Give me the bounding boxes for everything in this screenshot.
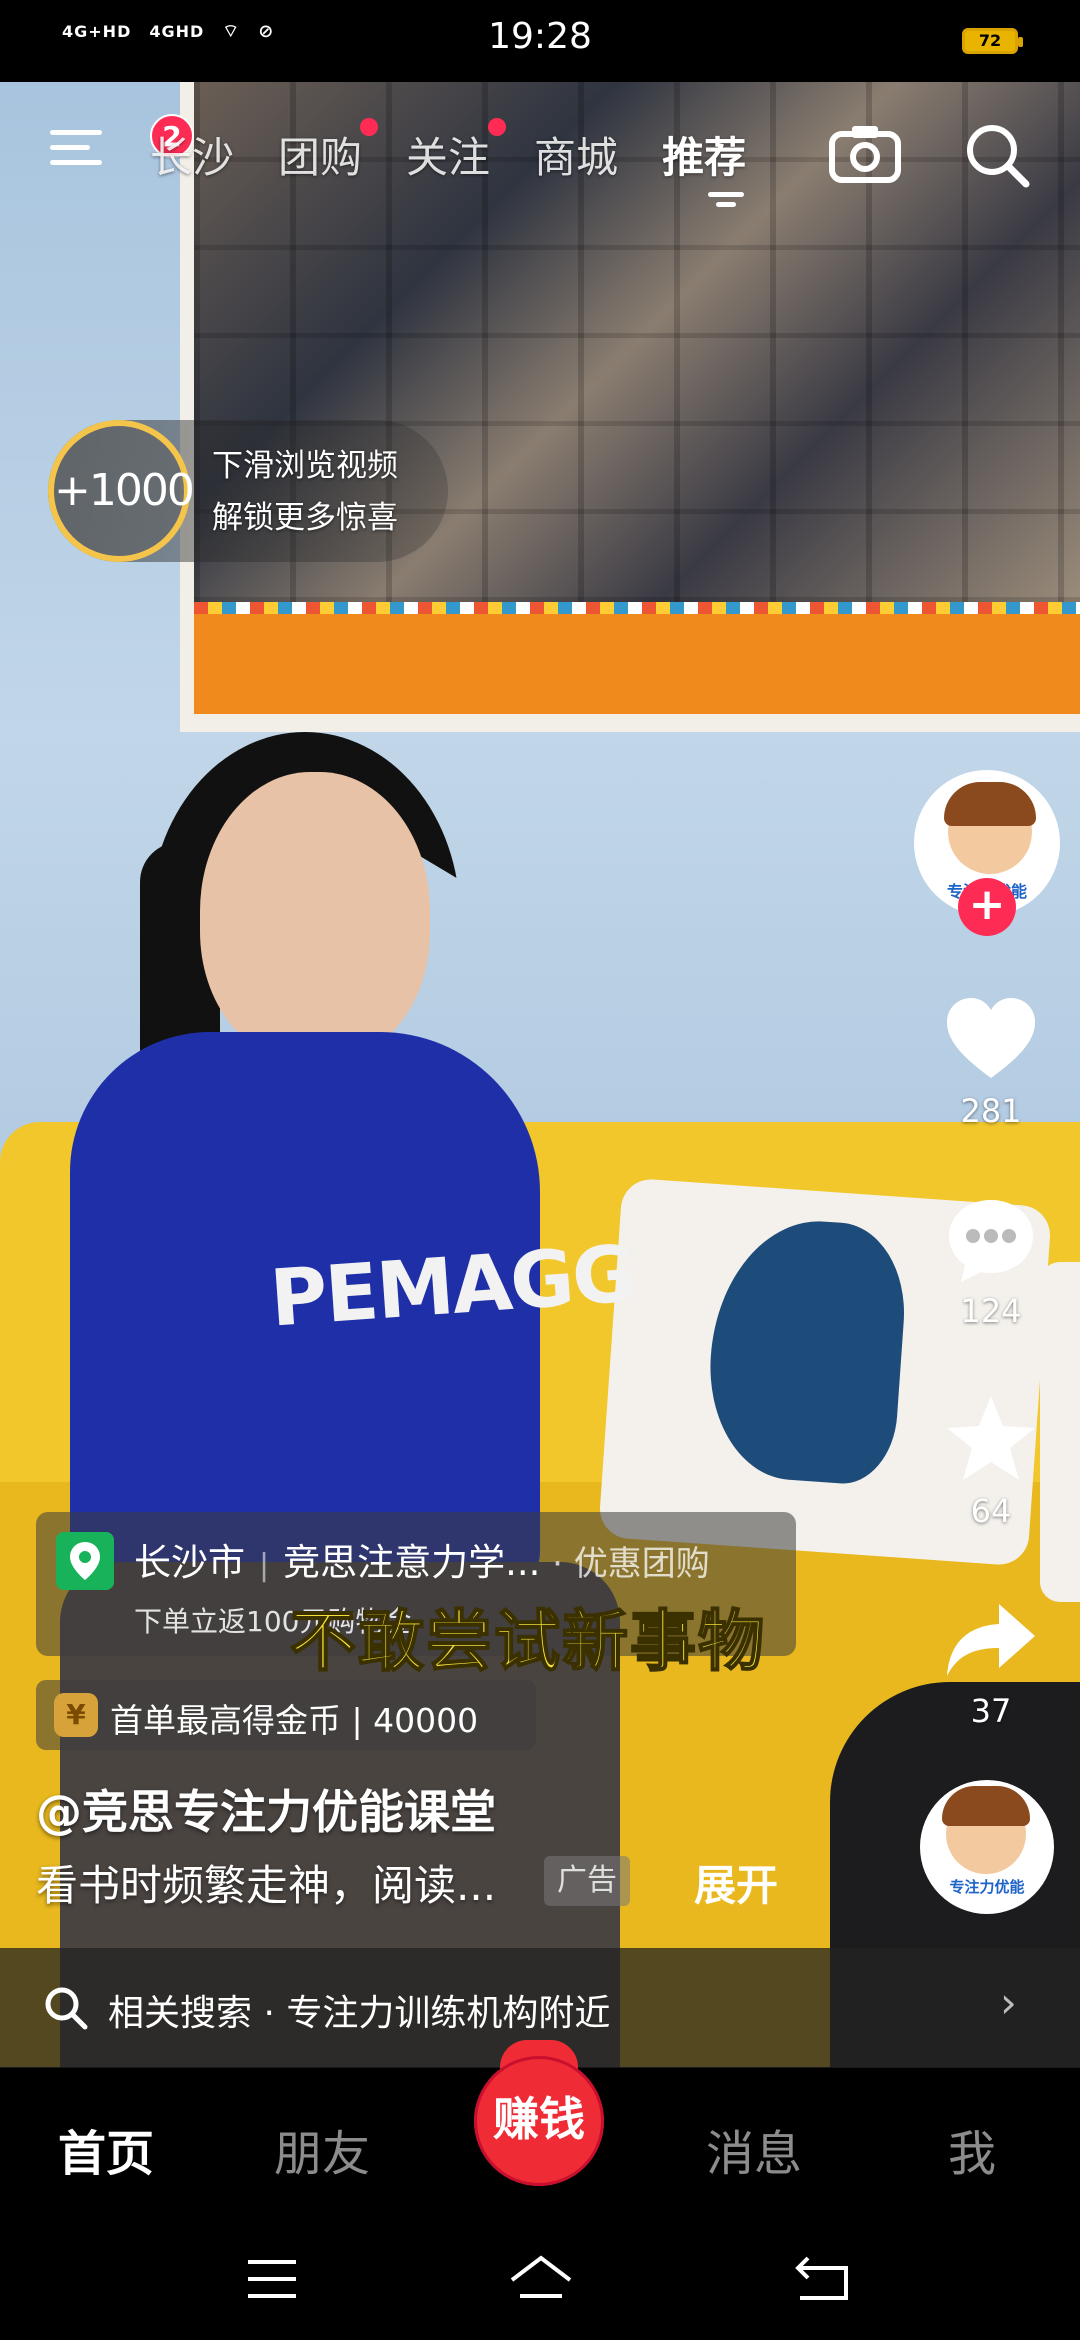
top-nav: 2 长沙 团购 关注 商城 推荐 — [0, 114, 1080, 207]
system-nav-bar — [0, 2218, 1080, 2340]
unread-dot — [488, 118, 507, 136]
tab-city[interactable]: 长沙 — [150, 124, 234, 185]
status-bar: 4G+HD 4GHD ⌔ ⊘ 19:28 72 — [0, 0, 1080, 82]
camera-icon[interactable] — [828, 122, 902, 184]
music-disc-avatar[interactable]: 专注力优能 — [920, 1780, 1054, 1914]
nav-home[interactable]: 首页 — [58, 2114, 154, 2184]
clock: 19:28 — [488, 16, 592, 57]
recents-icon[interactable] — [242, 2252, 302, 2306]
video-subtitle: 不敢尝试新事物 — [289, 1602, 766, 1681]
share-icon — [947, 1604, 1035, 1676]
comment-icon — [949, 1200, 1033, 1282]
menu-icon[interactable]: 2 — [50, 114, 194, 176]
nav-earn-button[interactable]: 赚钱 — [474, 2056, 604, 2186]
location-pin-icon — [56, 1532, 114, 1590]
location-city: 长沙市 — [134, 1541, 245, 1584]
comment-count: 124 — [960, 1292, 1022, 1330]
unread-dot — [360, 118, 379, 136]
favorite-count: 64 — [970, 1492, 1012, 1530]
battery-icon: 72 — [962, 28, 1023, 54]
like-button[interactable]: 281 — [936, 990, 1046, 1130]
coin-reward-ring: +1000 — [48, 420, 195, 562]
expand-button[interactable]: 展开 — [694, 1852, 778, 1913]
tab-recommend[interactable]: 推荐 — [662, 124, 746, 185]
feed-tabs: 长沙 团购 关注 商城 推荐 — [150, 118, 790, 185]
video-person-face — [200, 772, 430, 1062]
reward-line-1: 下滑浏览视频 — [212, 448, 398, 484]
tab-group-buy[interactable]: 团购 — [278, 118, 379, 185]
nav-me[interactable]: 我 — [948, 2114, 996, 2184]
share-count: 37 — [970, 1692, 1012, 1730]
coin-reward-banner[interactable]: +1000 下滑浏览视频 解锁更多惊喜 — [48, 420, 448, 562]
back-icon[interactable] — [794, 2252, 854, 2306]
music-disc-label: 专注力优能 — [949, 1878, 1025, 1896]
search-icon[interactable] — [960, 118, 1034, 192]
comment-button[interactable]: 124 — [936, 1190, 1046, 1330]
post-description[interactable]: 看书时频繁走神，阅读... — [36, 1852, 496, 1913]
coin-bag-icon: ¥ — [54, 1693, 98, 1737]
reward-line-2: 解锁更多惊喜 — [212, 500, 398, 536]
bottom-nav: 首页 朋友 赚钱 消息 我 — [0, 2040, 1080, 2218]
author-name[interactable]: @竞思专注力优能课堂 — [36, 1776, 496, 1842]
active-tab-indicator — [708, 192, 744, 197]
favorite-button[interactable]: 64 — [936, 1390, 1046, 1530]
share-button[interactable]: 37 — [936, 1590, 1046, 1730]
nav-messages[interactable]: 消息 — [706, 2114, 802, 2184]
tab-following[interactable]: 关注 — [406, 118, 507, 185]
nav-friends[interactable]: 朋友 — [274, 2114, 370, 2184]
video-player[interactable]: PEMAGG — [0, 82, 1080, 2067]
star-icon — [947, 1396, 1035, 1480]
search-icon — [45, 1987, 88, 2030]
ad-badge: 广告 — [544, 1856, 630, 1906]
coin-offer-text: 首单最高得金币 | 40000 — [110, 1701, 479, 1740]
chevron-right-icon: › — [1000, 1978, 1017, 2027]
home-icon[interactable] — [506, 2252, 576, 2306]
location-store: 竞思注意力学... — [283, 1541, 541, 1584]
related-search-text: 相关搜索 · 专注力训练机构附近 — [108, 1993, 611, 2034]
tab-mall[interactable]: 商城 — [534, 124, 618, 185]
like-count: 281 — [960, 1092, 1022, 1130]
follow-button[interactable]: + — [958, 878, 1016, 936]
coin-offer-card[interactable]: ¥ 首单最高得金币 | 40000 — [36, 1680, 536, 1750]
location-deal: · 优惠团购 — [552, 1544, 710, 1584]
heart-icon — [947, 998, 1035, 1078]
